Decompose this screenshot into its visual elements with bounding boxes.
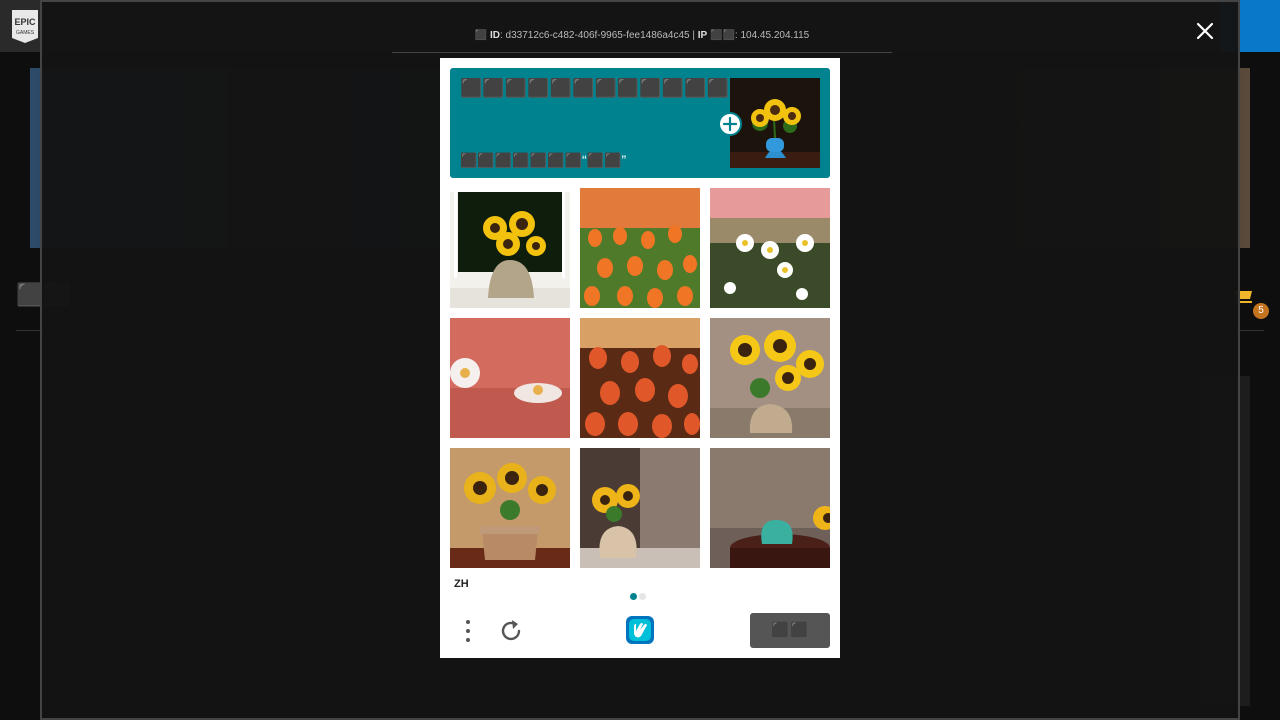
id-label: ID <box>489 30 500 41</box>
more-vertical-icon[interactable] <box>460 618 476 644</box>
prompt-title: ⬛⬛⬛⬛⬛⬛⬛⬛⬛⬛⬛⬛⬛⬛ <box>460 78 774 98</box>
epic-games-logo-icon[interactable]: EPIC GAMES <box>10 8 40 44</box>
refresh-icon[interactable] <box>498 618 524 644</box>
page-dot <box>639 593 646 600</box>
hcaptcha-logo-icon[interactable] <box>624 614 656 646</box>
image-tile[interactable] <box>580 188 700 308</box>
image-tile[interactable] <box>710 188 830 308</box>
ip-address: 104.45.204.115 <box>740 30 810 41</box>
divider <box>392 52 892 53</box>
example-image <box>730 78 820 168</box>
ip-label: IP <box>697 30 708 41</box>
image-tile[interactable] <box>450 318 570 438</box>
image-tile[interactable] <box>580 448 700 568</box>
cart-count-badge: 5 <box>1253 303 1269 319</box>
close-icon[interactable] <box>1194 20 1216 42</box>
image-tile[interactable] <box>710 318 830 438</box>
page-indicator <box>630 587 648 605</box>
ray-label: ⬛ <box>474 30 488 41</box>
separator: | <box>692 30 695 41</box>
image-tile[interactable] <box>580 318 700 438</box>
ray-id-info: ⬛ ID: d33712c6-c482-406f-9965-fee1486a4c… <box>474 30 810 41</box>
skip-button[interactable]: ⬛⬛ <box>750 613 830 648</box>
ray-id: d33712c6-c482-406f-9965-fee1486a4c45 <box>505 30 690 41</box>
prompt-subtitle: ⬛⬛⬛⬛⬛⬛⬛“⬛⬛” <box>460 152 627 168</box>
image-tile[interactable] <box>450 448 570 568</box>
ip-suffix: ⬛⬛ <box>710 30 735 41</box>
page-dot-active <box>630 593 637 600</box>
svg-text:EPIC: EPIC <box>14 17 36 27</box>
image-tile[interactable] <box>450 188 570 308</box>
image-grid <box>450 188 830 568</box>
language-selector[interactable]: ZH <box>454 578 469 590</box>
svg-text:GAMES: GAMES <box>16 30 35 36</box>
image-tile[interactable] <box>710 448 830 568</box>
hcaptcha-challenge: ⬛⬛⬛⬛⬛⬛⬛⬛⬛⬛⬛⬛⬛⬛ ⬛⬛⬛⬛⬛⬛⬛“⬛⬛” ZH ⬛⬛ <box>440 58 840 658</box>
plus-icon[interactable] <box>718 112 742 136</box>
challenge-prompt: ⬛⬛⬛⬛⬛⬛⬛⬛⬛⬛⬛⬛⬛⬛ ⬛⬛⬛⬛⬛⬛⬛“⬛⬛” <box>450 68 830 178</box>
